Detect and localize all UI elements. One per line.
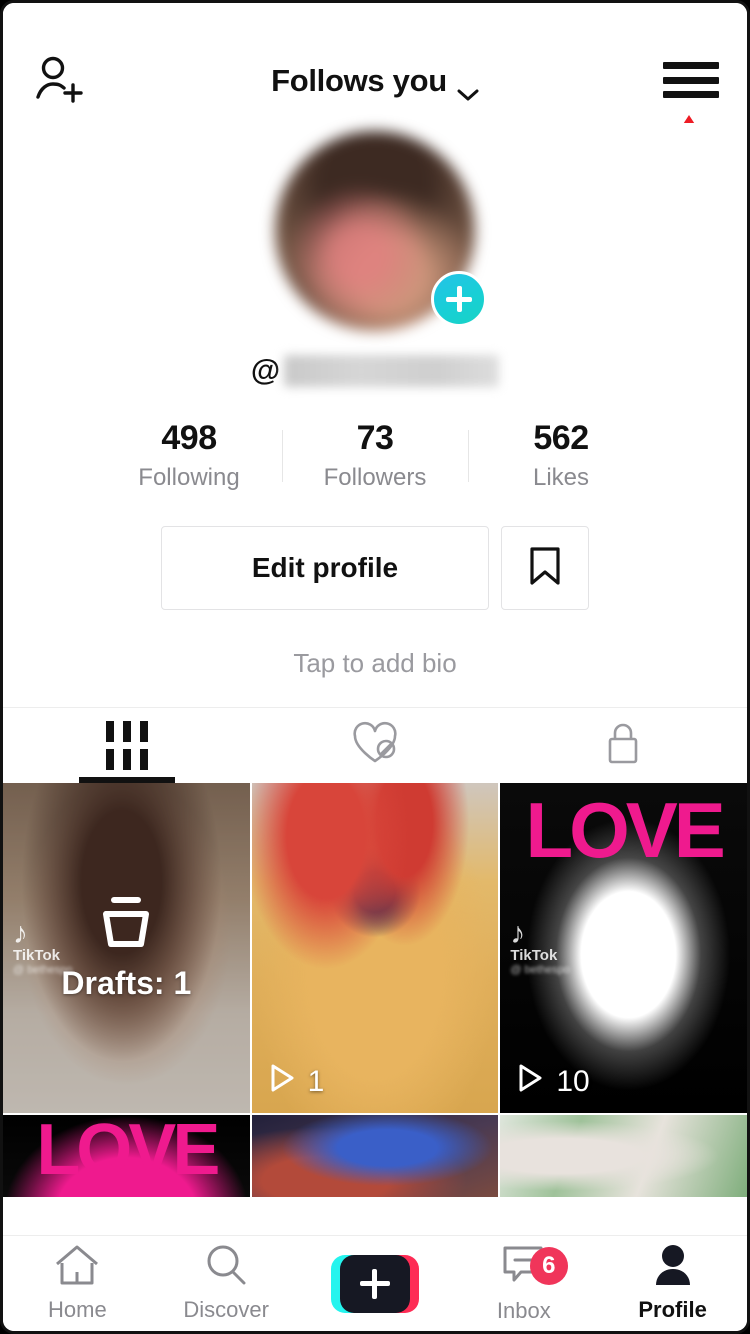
video-grid: ♪ TikTok @ bethespo Drafts: 1 1 LOVE ♪ T…	[3, 783, 747, 1197]
nav-item-home[interactable]: Home	[3, 1244, 152, 1323]
lock-icon	[604, 720, 642, 771]
drafts-tray-icon	[94, 894, 158, 957]
home-icon	[54, 1244, 100, 1291]
plus-badge-icon[interactable]	[431, 271, 487, 327]
nav-label: Profile	[638, 1297, 707, 1322]
nav-item-discover[interactable]: Discover	[152, 1244, 301, 1323]
stat-followers[interactable]: 73 Followers	[283, 419, 468, 492]
phone-screen: Follows you @ 498 Following 73 Followers…	[0, 0, 750, 1334]
profile-header: Follows you	[3, 3, 747, 207]
grid-tile-love[interactable]: LOVE ♪ TikTok @ bethespo 10	[500, 783, 747, 1113]
play-count: 1	[268, 1063, 325, 1101]
stats-row: 498 Following 73 Followers 562 Likes	[3, 419, 747, 492]
nav-item-inbox[interactable]: 6 Inbox	[449, 1243, 598, 1324]
username-row[interactable]: @	[3, 349, 747, 393]
grid-tile-green-scene[interactable]	[500, 1115, 747, 1197]
stat-value: 73	[356, 419, 394, 457]
view-count: 10	[556, 1065, 590, 1098]
username-redacted	[284, 355, 500, 387]
drafts-label: Drafts: 1	[61, 965, 192, 1001]
stat-label: Likes	[532, 464, 590, 491]
stat-value: 498	[161, 419, 217, 457]
grid-tile-blue-scene[interactable]	[251, 1115, 499, 1197]
page-title[interactable]: Follows you	[3, 63, 747, 101]
tiktok-note-icon: ♪	[510, 917, 526, 950]
inbox-badge: 6	[529, 1247, 568, 1285]
grid-tile-drafts[interactable]: ♪ TikTok @ bethespo Drafts: 1	[3, 783, 250, 1113]
tab-videos[interactable]	[3, 708, 251, 783]
tab-liked[interactable]	[251, 708, 499, 783]
profile-actions: Edit profile	[3, 526, 747, 610]
header-title-text: Follows you	[271, 63, 447, 98]
person-filled-icon	[651, 1244, 695, 1291]
grid-tile-love2[interactable]: LOVE	[3, 1115, 250, 1197]
bio-placeholder[interactable]: Tap to add bio	[3, 648, 747, 707]
hamburger-menu-icon[interactable]	[663, 58, 719, 102]
play-icon	[268, 1063, 296, 1101]
profile-section: @ 498 Following 73 Followers 562 Likes E…	[3, 123, 747, 707]
play-count: 10	[516, 1063, 590, 1101]
edit-profile-button[interactable]: Edit profile	[161, 526, 489, 610]
profile-tabs	[3, 707, 747, 783]
nav-label: Inbox	[496, 1298, 551, 1323]
hamburger-line	[663, 91, 719, 98]
grid-icon	[106, 721, 148, 770]
stat-value: 562	[533, 419, 589, 457]
love-art-text: LOVE	[525, 786, 725, 874]
nav-label: Home	[48, 1297, 107, 1322]
nav-label: Discover	[183, 1297, 269, 1322]
play-icon	[516, 1063, 544, 1101]
love-art-text: LOVE	[36, 1115, 220, 1190]
handle-at-symbol: @	[250, 354, 281, 387]
bottom-navigation: Home Discover 6 Inbox Profile	[3, 1235, 747, 1331]
create-plus-icon[interactable]	[330, 1254, 419, 1313]
watermark-name: TikTok	[510, 947, 558, 964]
drafts-overlay: Drafts: 1	[3, 783, 250, 1113]
view-count: 1	[307, 1065, 325, 1098]
avatar[interactable]	[275, 131, 487, 331]
create-core	[339, 1254, 410, 1313]
hamburger-line	[663, 76, 719, 84]
stat-label: Following	[138, 464, 240, 491]
stat-likes[interactable]: 562 Likes	[469, 419, 654, 492]
heart-slash-icon	[350, 721, 400, 770]
tab-private[interactable]	[499, 708, 747, 783]
grid-tile-pancakes[interactable]: 1	[251, 783, 499, 1113]
nav-item-profile[interactable]: Profile	[598, 1244, 747, 1323]
tiktok-watermark: ♪ TikTok @ bethespo	[510, 917, 570, 977]
hamburger-line	[663, 62, 719, 69]
nav-item-create[interactable]	[301, 1254, 450, 1313]
chevron-down-icon	[457, 74, 479, 101]
stat-following[interactable]: 498 Following	[97, 419, 282, 492]
stat-label: Followers	[323, 464, 427, 491]
search-icon	[204, 1244, 248, 1291]
bookmark-button[interactable]	[501, 526, 589, 610]
watermark-user: @ bethespo	[510, 964, 570, 976]
bookmark-icon	[528, 546, 562, 591]
